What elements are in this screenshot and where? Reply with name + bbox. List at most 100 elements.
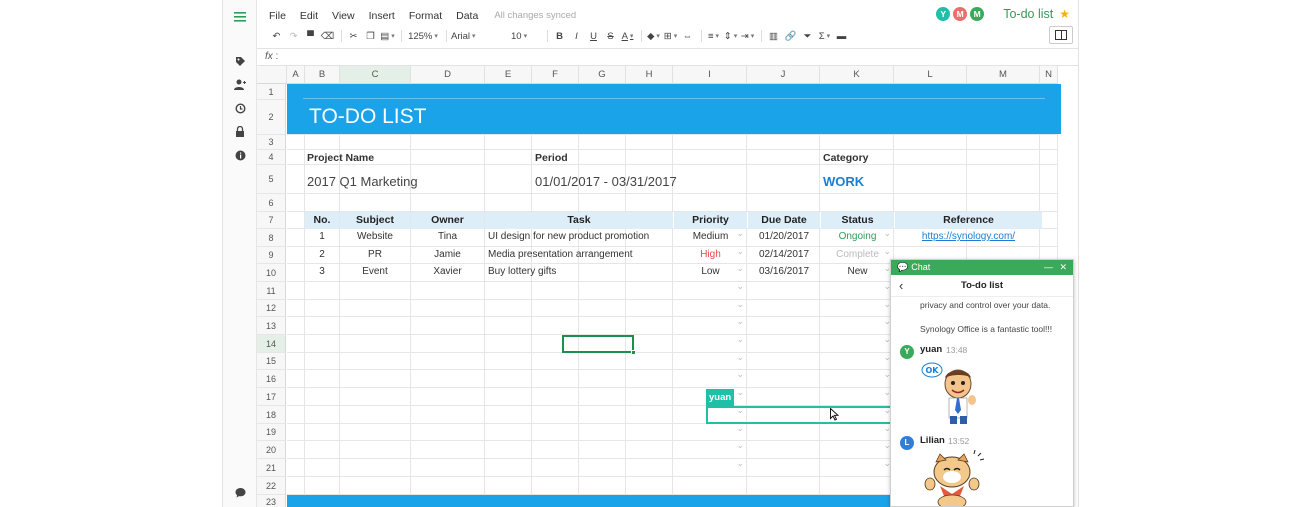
dropdown-icon[interactable] xyxy=(674,355,747,367)
font-size-select[interactable]: 10 xyxy=(511,28,541,44)
dropdown-icon[interactable] xyxy=(821,372,894,384)
formula-bar[interactable]: fx : xyxy=(257,48,1078,66)
user-avatar[interactable]: M xyxy=(953,7,968,21)
clear-format-icon[interactable]: ⌫ xyxy=(320,28,335,44)
borders-icon[interactable]: ⊞ xyxy=(663,28,678,44)
row-header[interactable]: 2 xyxy=(257,100,286,135)
row-header[interactable]: 4 xyxy=(257,150,286,165)
text-color-icon[interactable]: A xyxy=(620,28,635,44)
row-header[interactable]: 1 xyxy=(257,84,286,100)
column-header[interactable]: M xyxy=(967,66,1040,84)
redo-icon[interactable]: ↷ xyxy=(286,28,301,44)
column-header[interactable]: L xyxy=(894,66,967,84)
menu-icon[interactable] xyxy=(231,8,249,26)
menu-data[interactable]: Data xyxy=(456,10,478,22)
copy-icon[interactable]: ❐ xyxy=(363,28,378,44)
bold-icon[interactable]: B xyxy=(552,28,567,44)
italic-icon[interactable]: I xyxy=(569,28,584,44)
row-header[interactable]: 15 xyxy=(257,353,286,370)
comment-icon[interactable]: ▬ xyxy=(834,28,849,44)
row-header[interactable]: 11 xyxy=(257,282,286,300)
filter-icon[interactable]: ⏷ xyxy=(800,28,815,44)
column-header[interactable]: N xyxy=(1040,66,1058,84)
menu-format[interactable]: Format xyxy=(409,10,442,22)
row-header[interactable]: 3 xyxy=(257,135,286,150)
menu-file[interactable]: File xyxy=(269,10,286,22)
font-select[interactable]: Arial xyxy=(451,28,509,44)
row-header[interactable]: 16 xyxy=(257,370,286,388)
user-avatar[interactable]: M xyxy=(970,7,985,21)
row-header[interactable]: 14 xyxy=(257,335,286,353)
dropdown-icon[interactable] xyxy=(674,302,747,314)
vertical-align-icon[interactable]: ⇕ xyxy=(723,28,738,44)
selected-cell[interactable] xyxy=(562,335,636,355)
menu-edit[interactable]: Edit xyxy=(300,10,318,22)
merge-cells-icon[interactable]: ⇔ xyxy=(680,28,695,44)
dropdown-icon[interactable] xyxy=(821,284,894,296)
row-header[interactable]: 6 xyxy=(257,194,286,212)
dropdown-icon[interactable] xyxy=(821,302,894,314)
insert-link-icon[interactable]: 🔗 xyxy=(783,28,798,44)
cut-icon[interactable]: ✂ xyxy=(346,28,361,44)
column-header[interactable]: A xyxy=(287,66,305,84)
add-user-icon[interactable] xyxy=(231,75,249,93)
side-panel-toggle-icon[interactable] xyxy=(1049,26,1073,44)
row-header[interactable]: 21 xyxy=(257,459,286,477)
paste-icon[interactable]: ▤ xyxy=(380,28,395,44)
zoom-select[interactable]: 125% xyxy=(406,28,440,44)
chat-header[interactable]: 💬 Chat — ✕ xyxy=(891,260,1073,275)
menu-insert[interactable]: Insert xyxy=(369,10,395,22)
dropdown-icon[interactable] xyxy=(674,372,747,384)
row-header[interactable]: 23 xyxy=(257,495,286,507)
info-icon[interactable] xyxy=(231,146,249,164)
row-header[interactable]: 17 xyxy=(257,388,286,406)
column-header[interactable]: H xyxy=(626,66,673,84)
dropdown-icon[interactable] xyxy=(674,284,747,296)
column-header[interactable]: F xyxy=(532,66,579,84)
paint-format-icon[interactable]: ▀ xyxy=(303,28,318,44)
dropdown-icon[interactable] xyxy=(821,355,894,367)
column-header[interactable]: E xyxy=(485,66,532,84)
dropdown-icon[interactable] xyxy=(821,443,894,455)
star-icon[interactable]: ★ xyxy=(1059,7,1070,21)
functions-icon[interactable]: Σ xyxy=(817,28,832,44)
column-header[interactable]: K xyxy=(820,66,894,84)
close-icon[interactable]: ✕ xyxy=(1059,260,1067,275)
align-icon[interactable]: ≡ xyxy=(706,28,721,44)
history-icon[interactable] xyxy=(231,99,249,117)
dropdown-icon[interactable] xyxy=(821,337,894,349)
text-wrap-icon[interactable]: ⇥ xyxy=(740,28,755,44)
fill-color-icon[interactable]: ◆ xyxy=(646,28,661,44)
undo-icon[interactable]: ↶ xyxy=(269,28,284,44)
row-header[interactable]: 10 xyxy=(257,264,286,282)
row-header[interactable]: 20 xyxy=(257,441,286,459)
row-header[interactable]: 12 xyxy=(257,300,286,317)
row-header[interactable]: 5 xyxy=(257,165,286,194)
select-all-corner[interactable] xyxy=(257,66,287,84)
row-header[interactable]: 13 xyxy=(257,317,286,335)
row-header[interactable]: 9 xyxy=(257,247,286,264)
underline-icon[interactable]: U xyxy=(586,28,601,44)
column-header[interactable]: C xyxy=(340,66,411,84)
dropdown-icon[interactable] xyxy=(674,319,747,331)
minimize-icon[interactable]: — xyxy=(1044,260,1053,275)
task-reference-cell[interactable]: https://synology.com/ xyxy=(895,231,1042,242)
column-header[interactable]: J xyxy=(747,66,820,84)
insert-chart-icon[interactable]: ▥ xyxy=(766,28,781,44)
dropdown-icon[interactable] xyxy=(821,426,894,438)
dropdown-icon[interactable] xyxy=(821,461,894,473)
user-avatar[interactable]: Y xyxy=(936,7,951,21)
row-header[interactable]: 8 xyxy=(257,229,286,247)
row-header[interactable]: 7 xyxy=(257,212,286,229)
document-title[interactable]: To-do list xyxy=(1003,7,1053,21)
column-header[interactable]: B xyxy=(305,66,340,84)
column-header[interactable]: D xyxy=(411,66,485,84)
strikethrough-icon[interactable]: S xyxy=(603,28,618,44)
dropdown-icon[interactable] xyxy=(821,319,894,331)
dropdown-icon[interactable] xyxy=(674,426,747,438)
row-header[interactable]: 19 xyxy=(257,424,286,441)
tag-icon[interactable] xyxy=(231,52,249,70)
chat-icon[interactable] xyxy=(231,483,249,501)
row-header[interactable]: 22 xyxy=(257,477,286,495)
row-header[interactable]: 18 xyxy=(257,406,286,424)
